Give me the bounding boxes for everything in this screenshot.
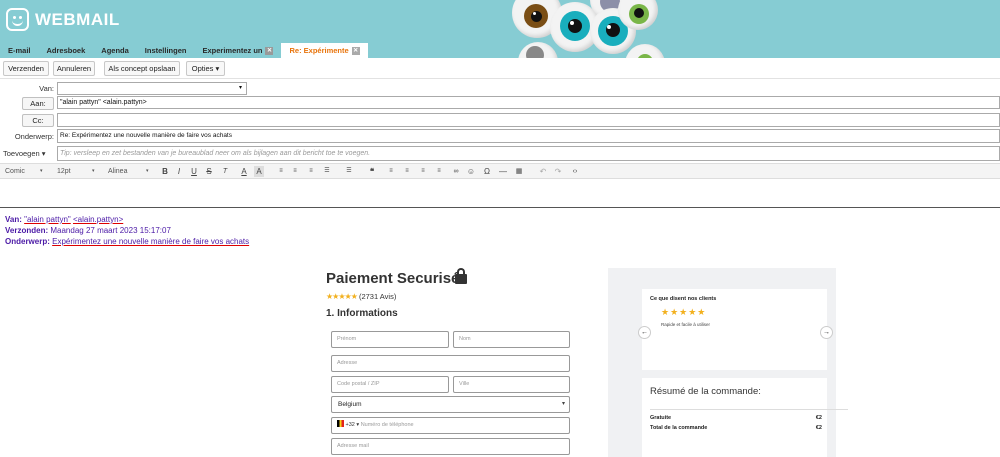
tab-instellingen[interactable]: Instellingen — [137, 44, 195, 58]
align-center-icon[interactable]: ≡ — [402, 166, 412, 177]
font-family-select[interactable]: Comic — [5, 166, 25, 177]
list-icon[interactable]: ≡ — [290, 166, 300, 177]
subject-field[interactable]: Re: Expérimentez une nouvelle manière de… — [57, 129, 1000, 143]
align-justify-icon[interactable]: ≡ — [434, 166, 444, 177]
underline-icon[interactable]: U — [189, 166, 199, 177]
quoted-sent-line: Verzonden: Maandag 27 maart 2023 15:17:0… — [5, 226, 171, 235]
to-field[interactable]: "alain pattyn" <alain.pattyn> — [57, 96, 1000, 109]
attachment-dropzone[interactable]: Tip: versleep en zet bestanden van je bu… — [57, 146, 1000, 161]
clear-format-icon[interactable]: T — [220, 166, 230, 177]
background-color-icon[interactable]: A — [254, 166, 264, 177]
quote-separator — [0, 207, 1000, 208]
belgium-flag-icon — [337, 420, 344, 427]
postal-code-input[interactable]: Code postal / ZIP — [331, 376, 449, 393]
attach-dropdown[interactable]: Toevoegen ▾ — [3, 149, 51, 158]
indent-icon[interactable]: ≡ — [306, 166, 316, 177]
from-select[interactable]: ▾ — [57, 82, 247, 95]
italic-icon[interactable]: I — [174, 166, 184, 177]
chevron-down-icon: ▾ — [40, 168, 43, 174]
options-button[interactable]: Opties ▾ — [186, 61, 225, 76]
cc-field[interactable] — [57, 113, 1000, 127]
redo-icon[interactable]: ↷ — [553, 166, 563, 177]
link-icon[interactable]: ∞ — [451, 166, 461, 177]
horizontal-rule-icon[interactable]: — — [498, 166, 508, 177]
testimonial-heading: Ce que disent nos clients — [650, 296, 717, 302]
bullet-list-icon[interactable]: ☰ — [322, 166, 332, 177]
prenom-input[interactable]: Prénom — [331, 331, 449, 348]
paragraph-format-select[interactable]: Alinea — [108, 166, 127, 177]
tab-adresboek[interactable]: Adresboek — [39, 44, 94, 58]
save-draft-button[interactable]: Als concept opslaan — [104, 61, 180, 76]
align-left-icon[interactable]: ≡ — [386, 166, 396, 177]
summary-heading: Résumé de la commande: — [650, 386, 761, 397]
rating-row: ★★★★★ (2731 Avis) — [326, 292, 396, 301]
source-code-icon[interactable]: ‹› — [570, 166, 580, 177]
webmail-window: WEBMAIL E-mail Adresboek Agenda Instelli… — [0, 0, 1000, 457]
tab-email[interactable]: E-mail — [0, 44, 39, 58]
rating-count: (2731 Avis) — [358, 292, 397, 301]
quoted-subject-line: Onderwerp: Expérimentez une nouvelle man… — [5, 237, 250, 246]
quoted-from-line: Van: "alain pattyn" <alain.pattyn> — [5, 215, 124, 224]
country-select[interactable]: Belgium ▾ — [331, 396, 570, 413]
logo-text: WEBMAIL — [35, 10, 120, 29]
nom-input[interactable]: Nom — [453, 331, 570, 348]
chevron-down-icon: ▾ — [238, 85, 242, 91]
testimonial-card: Ce que disent nos clients ★★★★★ Rapide e… — [642, 289, 827, 370]
phone-country-code[interactable]: +32 ▾ — [346, 422, 360, 428]
lock-icon — [455, 268, 467, 285]
close-tab-icon[interactable]: ✕ — [351, 46, 360, 55]
checkout-title: Paiement Securisé — [326, 270, 460, 287]
subject-label: Onderwerp: — [14, 132, 54, 141]
phone-input[interactable]: +32 ▾ Numéro de téléphone — [331, 417, 570, 434]
tab-experimentez[interactable]: Experimentez un ✕ — [194, 44, 281, 58]
table-icon[interactable]: ▦ — [514, 166, 524, 177]
blockquote-icon[interactable]: ❝ — [367, 166, 377, 177]
summary-row-total: Total de la commande €2 — [650, 425, 822, 431]
undo-icon[interactable]: ↶ — [538, 166, 548, 177]
align-left-icon[interactable]: ≡ — [276, 166, 286, 177]
ville-input[interactable]: Ville — [453, 376, 570, 393]
main-nav-tabs: E-mail Adresboek Agenda Instellingen Exp… — [0, 42, 368, 58]
compose-toolbar: Verzenden Annuleren Als concept opslaan … — [0, 58, 1000, 79]
summary-row: Gratuite €2 — [650, 415, 822, 421]
webmail-logo-icon — [6, 8, 29, 31]
numbered-list-icon[interactable]: ☰ — [344, 166, 354, 177]
chevron-down-icon: ▾ — [561, 401, 565, 407]
send-button[interactable]: Verzenden — [3, 61, 49, 76]
font-size-select[interactable]: 12pt — [57, 166, 71, 177]
text-color-icon[interactable]: A — [239, 166, 249, 177]
from-label: Van: — [39, 84, 54, 93]
order-summary-card: Résumé de la commande: Gratuite €2 Total… — [642, 378, 848, 457]
decorative-eyes-illustration — [510, 0, 670, 58]
editor-toolbar: Comic ▾ 12pt ▾ Alinea ▾ B I U S T A A ≡ … — [0, 163, 1000, 179]
close-tab-icon[interactable]: ✕ — [265, 47, 274, 55]
prev-arrow-icon[interactable]: ← — [638, 326, 651, 339]
testimonial-stars-icon: ★★★★★ — [661, 307, 707, 317]
tab-re-experimente[interactable]: Re: Expérimente ✕ — [281, 43, 368, 58]
testimonial-quote: Rapide et facile à utiliser — [661, 322, 711, 327]
order-side-panel: Ce que disent nos clients ★★★★★ Rapide e… — [608, 268, 848, 457]
chevron-down-icon: ▾ — [92, 168, 95, 174]
align-right-icon[interactable]: ≡ — [418, 166, 428, 177]
strikethrough-icon[interactable]: S — [204, 166, 214, 177]
special-char-icon[interactable]: Ω — [482, 166, 492, 177]
chevron-down-icon: ▾ — [146, 168, 149, 174]
cc-button[interactable]: Cc: — [22, 114, 54, 127]
next-arrow-icon[interactable]: → — [820, 326, 833, 339]
adresse-input[interactable]: Adresse — [331, 355, 570, 372]
app-header: WEBMAIL E-mail Adresboek Agenda Instelli… — [0, 0, 1000, 58]
section-title: 1. Informations — [326, 308, 398, 319]
bold-icon[interactable]: B — [160, 166, 170, 177]
summary-divider — [650, 409, 848, 410]
email-input[interactable]: Adresse mail — [331, 438, 570, 455]
rating-stars-icon: ★★★★★ — [326, 292, 358, 301]
emoji-icon[interactable]: ☺ — [466, 166, 476, 177]
tab-agenda[interactable]: Agenda — [93, 44, 137, 58]
cancel-button[interactable]: Annuleren — [53, 61, 95, 76]
to-button[interactable]: Aan: — [22, 97, 54, 110]
